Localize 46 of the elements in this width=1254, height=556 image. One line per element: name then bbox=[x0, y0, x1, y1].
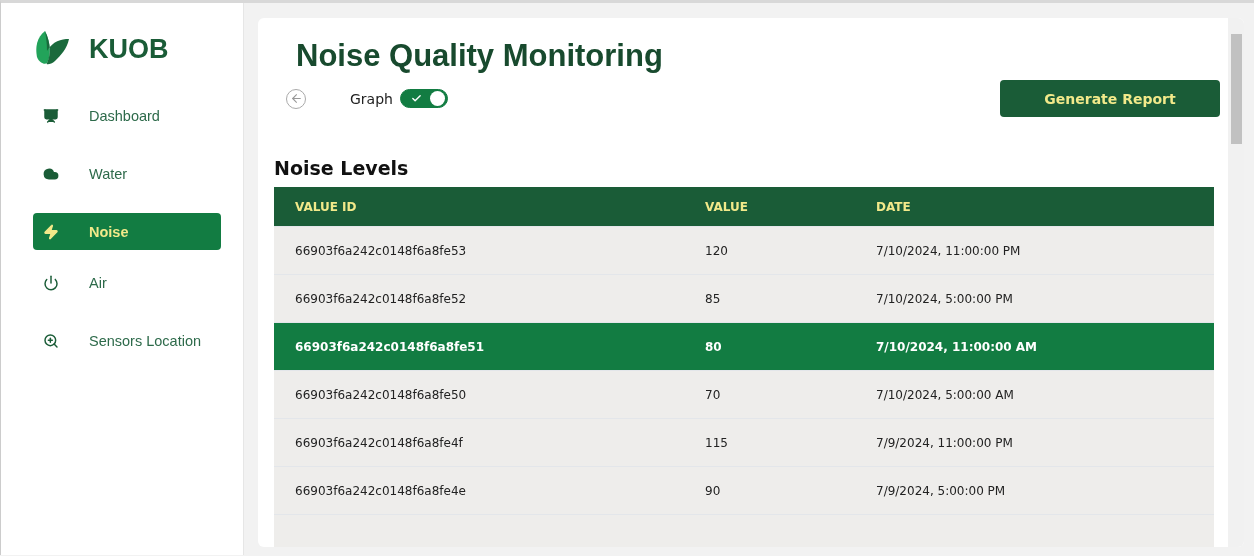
table-row[interactable]: 66903f6a242c0148f6a8fe4f 115 7/9/2024, 11:00:00 PM bbox=[274, 419, 1214, 467]
table-cell-text: 7/10/2024, 5:00:00 PM bbox=[876, 291, 1014, 306]
lightning-icon bbox=[43, 223, 59, 240]
table-cell-text: 66903f6a242c0148f6a8fe53 bbox=[295, 243, 468, 258]
table-cell-text: 66903f6a242c0148f6a8fe50 bbox=[295, 387, 468, 402]
column-header: VALUE bbox=[705, 199, 749, 214]
arrow-left-icon bbox=[289, 92, 303, 105]
table-cell-text: 7/10/2024, 5:00:00 AM bbox=[876, 387, 1015, 402]
zoom-in-icon bbox=[43, 332, 59, 349]
table-cell-text: 66903f6a242c0148f6a8fe52 bbox=[295, 291, 468, 306]
table-row[interactable]: 66903f6a242c0148f6a8fe50 70 7/10/2024, 5:00:00 AM bbox=[274, 371, 1214, 419]
table-cell-text: 66903f6a242c0148f6a8fe4e bbox=[295, 483, 467, 498]
power-icon bbox=[43, 274, 59, 291]
table-row[interactable]: 66903f6a242c0148f6a8fe51 80 7/10/2024, 11:00:00 AM bbox=[274, 323, 1214, 371]
presentation-icon bbox=[43, 107, 59, 124]
table-title: Noise Levels bbox=[274, 157, 410, 179]
table-cell-text: 7/10/2024, 11:00:00 AM bbox=[876, 339, 1039, 354]
table-cell-text: 66903f6a242c0148f6a8fe51 bbox=[295, 339, 486, 354]
table-row[interactable]: 66903f6a242c0148f6a8fe4e 90 7/9/2024, 5:00:00 PM bbox=[274, 467, 1214, 515]
nav-item[interactable]: Dashboard bbox=[33, 97, 221, 134]
graph-toggle[interactable] bbox=[399, 89, 448, 108]
back-button[interactable] bbox=[286, 88, 306, 109]
table-cell-text: 80 bbox=[705, 339, 723, 354]
table-row[interactable]: 66903f6a242c0148f6a8fe53 120 7/10/2024, 11:00:00 PM bbox=[274, 227, 1214, 275]
table-cell-text: 7/9/2024, 11:00:00 PM bbox=[876, 435, 1014, 450]
column-header: VALUE ID bbox=[295, 199, 358, 214]
nav-item[interactable]: Noise bbox=[33, 213, 221, 250]
table-cell-text: 7/9/2024, 5:00:00 PM bbox=[876, 483, 1007, 498]
page-title: Noise Quality Monitoring bbox=[296, 38, 664, 74]
nav-item[interactable]: Sensors Location bbox=[33, 322, 221, 359]
table-cell-text: 115 bbox=[705, 435, 729, 450]
table-cell-text: 66903f6a242c0148f6a8fe4f bbox=[295, 435, 464, 450]
table-cell-text: 7/10/2024, 11:00:00 PM bbox=[876, 243, 1022, 258]
brand-name: KUOB bbox=[89, 33, 169, 65]
table-cell-text: 85 bbox=[705, 291, 722, 306]
leaf-logo-icon bbox=[33, 31, 71, 67]
table-cell-text: 120 bbox=[705, 243, 729, 258]
nav-item[interactable]: Water bbox=[33, 155, 221, 192]
table-cell-text: 70 bbox=[705, 387, 722, 402]
table-row[interactable]: 66903f6a242c0148f6a8fe52 85 7/10/2024, 5:00:00 PM bbox=[274, 275, 1214, 323]
check-icon bbox=[410, 93, 422, 104]
toggle-label: Graph bbox=[350, 90, 393, 107]
table-cell-text: 90 bbox=[705, 483, 722, 498]
column-header: DATE bbox=[876, 199, 912, 214]
generate-report-button[interactable]: Generate Report bbox=[1000, 80, 1220, 117]
nav-item[interactable]: Air bbox=[33, 264, 221, 301]
